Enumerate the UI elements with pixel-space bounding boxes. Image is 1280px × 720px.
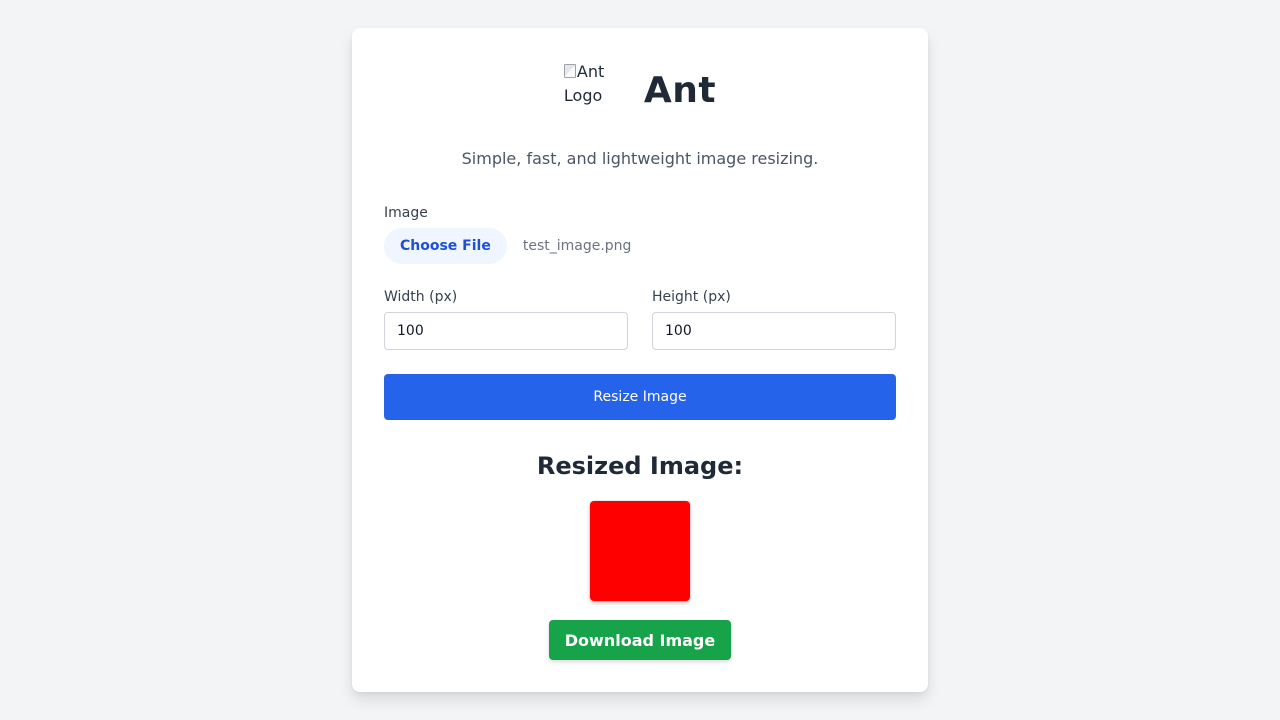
width-label: Width (px) [384,289,458,305]
resized-image-preview [590,501,690,601]
header: Ant Logo Ant [352,58,928,122]
result-title: Resized Image: [536,452,744,480]
app-title: Ant [643,69,717,111]
resize-image-button[interactable]: Resize Image [384,374,896,420]
selected-file-name: test_image.png [522,238,632,254]
choose-file-button[interactable]: Choose File [384,228,507,264]
height-label: Height (px) [652,289,731,305]
resizer-card: Ant Logo Ant Simple, fast, and lightweig… [352,28,928,692]
tagline: Simple, fast, and lightweight image resi… [461,149,819,168]
file-input[interactable]: Choose File test_image.png [384,228,631,264]
broken-image-icon [563,64,576,78]
width-input[interactable] [384,312,628,350]
image-label: Image [384,205,428,221]
logo-image: Ant Logo [563,58,628,122]
download-image-button[interactable]: Download Image [549,620,731,660]
height-input[interactable] [652,312,896,350]
